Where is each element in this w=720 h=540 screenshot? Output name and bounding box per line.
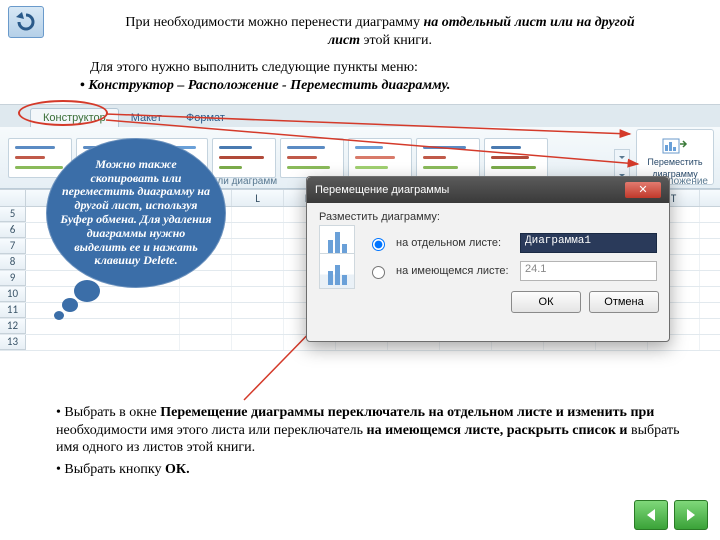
style-thumb[interactable] [280, 138, 344, 178]
style-thumb[interactable] [416, 138, 480, 178]
prev-arrow-icon [643, 507, 659, 523]
move-chart-dialog: Перемещение диаграммы ✕ Разместить диагр… [306, 176, 670, 342]
move-label-1: Переместить [647, 157, 702, 167]
move-chart-icon [662, 135, 688, 155]
radio-new-sheet[interactable] [372, 238, 385, 251]
nav-next-button[interactable] [674, 500, 708, 530]
back-arrow-icon [14, 12, 38, 32]
callout-text: Можно также скопировать или переместить … [46, 138, 226, 288]
dialog-title: Перемещение диаграммы [315, 184, 449, 196]
ribbon-tabs: Конструктор Макет Формат [0, 105, 720, 127]
existing-sheet-icon [319, 253, 355, 289]
red-oval-annotation [18, 100, 108, 126]
cancel-button[interactable]: Отмена [589, 291, 659, 313]
next-arrow-icon [683, 507, 699, 523]
instruction-1: Выбрать в окне Перемещение диаграммы пер… [56, 404, 680, 457]
style-thumb[interactable] [484, 138, 548, 178]
radio-existing-sheet[interactable] [372, 266, 385, 279]
thought-bubble-callout: Можно также скопировать или переместить … [46, 138, 236, 306]
nav-back-button[interactable] [8, 6, 44, 38]
instructions: Выбрать в окне Перемещение диаграммы пер… [40, 404, 680, 482]
subtitle-text: Для этого нужно выполнить следующие пунк… [90, 60, 650, 76]
title-text: При необходимости можно перенести диагра… [110, 14, 650, 49]
opt2-label: на имеющемся листе: [396, 265, 512, 277]
dialog-prompt: Разместить диаграмму: [319, 211, 657, 223]
ok-button[interactable]: ОК [511, 291, 581, 313]
new-sheet-name-field[interactable]: Диаграмма1 [520, 233, 657, 253]
tab-format[interactable]: Формат [174, 109, 237, 127]
menu-path-text: Конструктор – Расположение - Переместить… [80, 78, 450, 94]
opt1-label: на отдельном листе: [396, 237, 512, 249]
style-thumb[interactable] [348, 138, 412, 178]
tab-layout[interactable]: Макет [119, 109, 174, 127]
instruction-2: Выбрать кнопку ОК. [56, 461, 680, 479]
dialog-close-button[interactable]: ✕ [625, 182, 661, 198]
nav-prev-button[interactable] [634, 500, 668, 530]
existing-sheet-select[interactable]: 24.1 [520, 261, 657, 281]
